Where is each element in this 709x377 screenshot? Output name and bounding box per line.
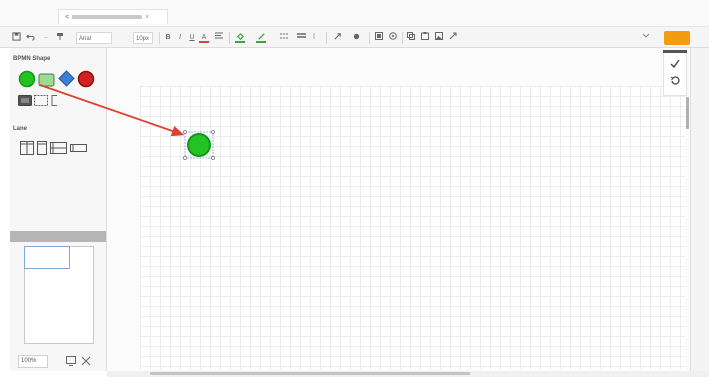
canvas-start-event[interactable]: [183, 130, 215, 160]
drag-arrow: [39, 84, 185, 137]
